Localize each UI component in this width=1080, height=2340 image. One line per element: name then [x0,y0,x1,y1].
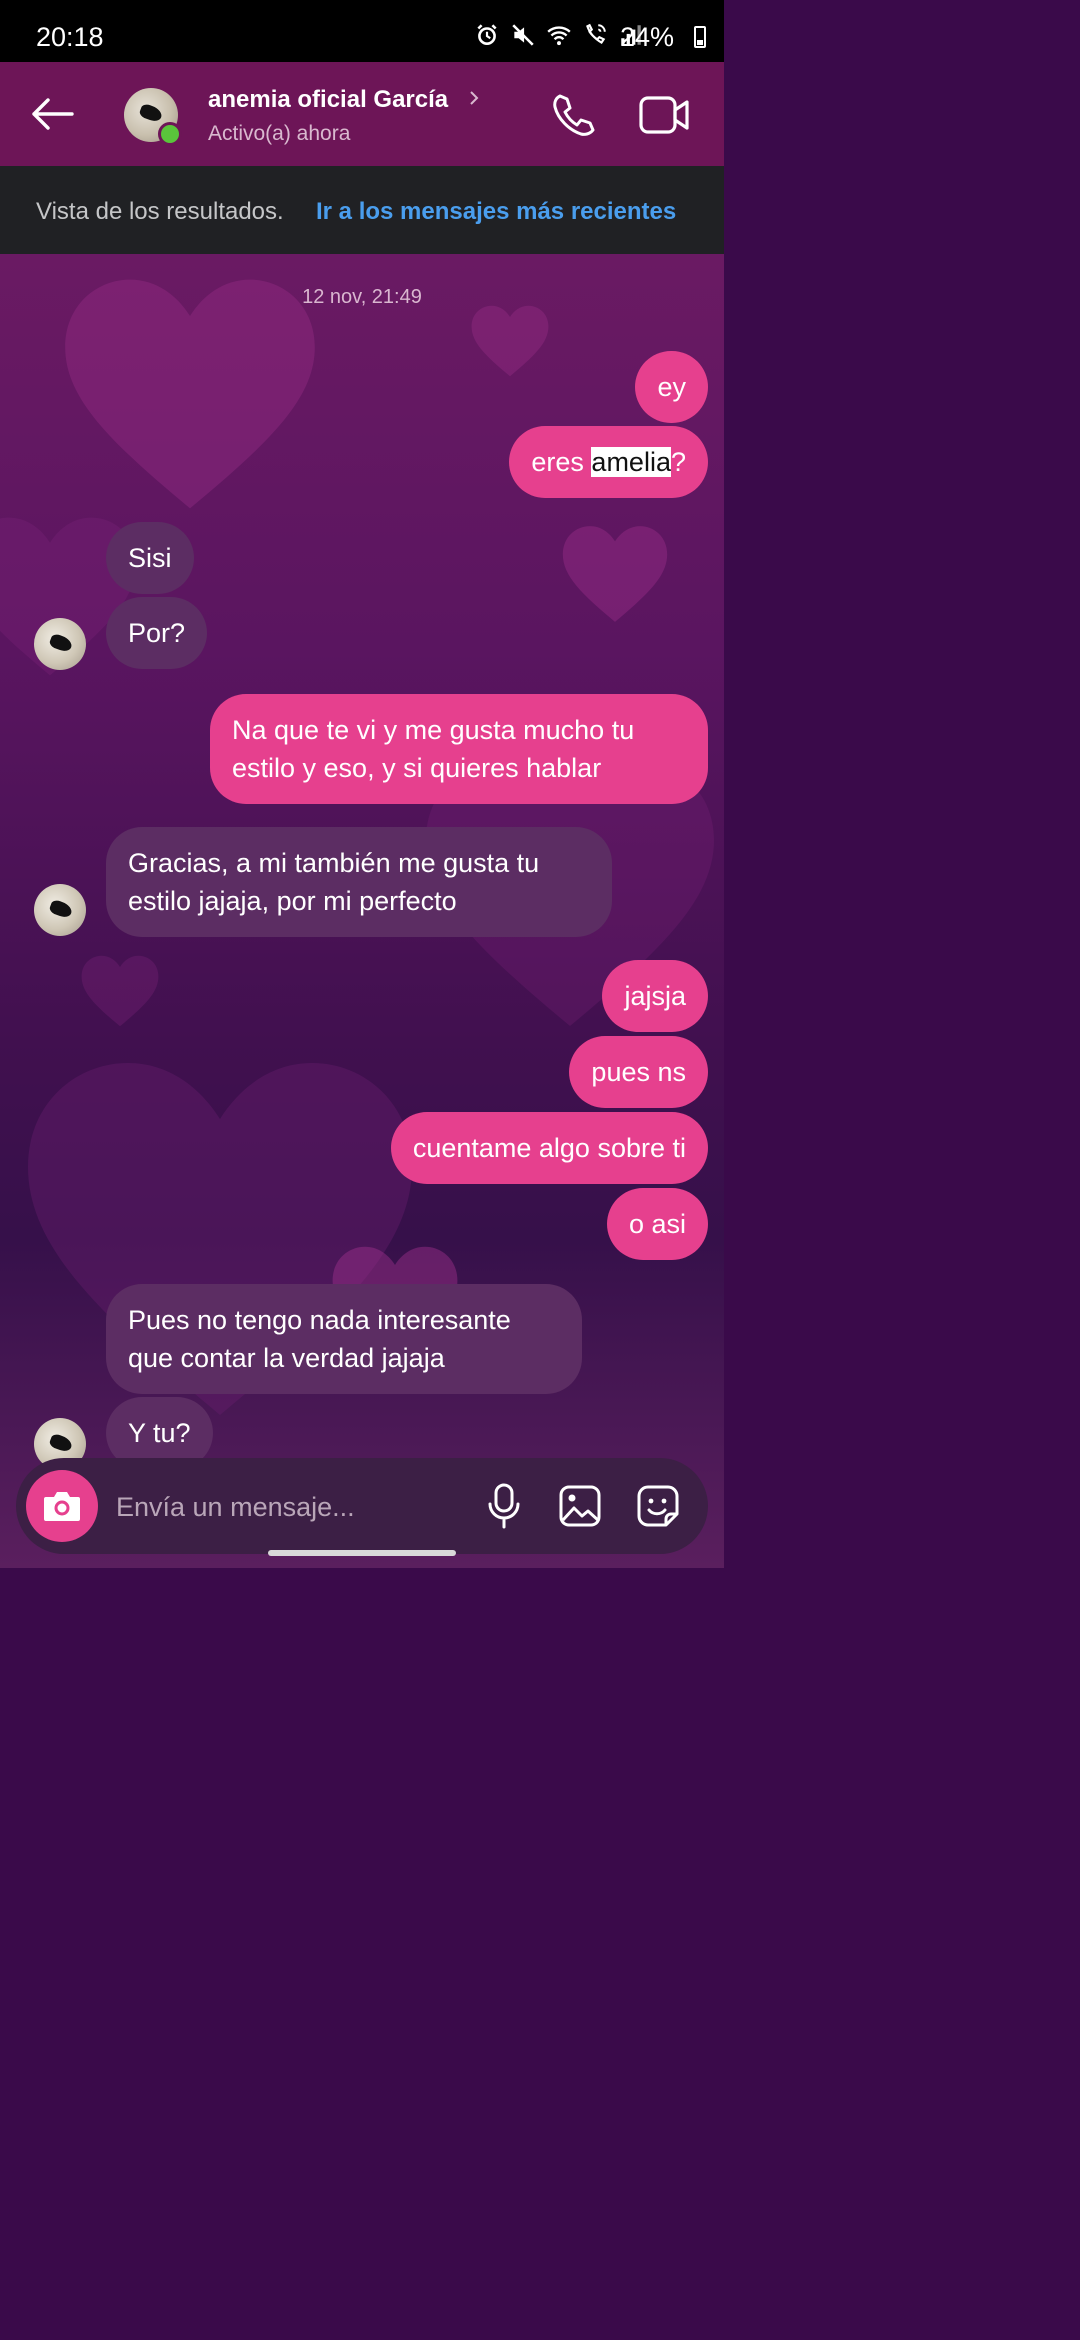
message-text: eres [531,447,592,477]
phone-icon[interactable] [550,92,596,138]
contact-activity-status: Activo(a) ahora [208,122,351,145]
heart-decoration [471,305,549,377]
back-arrow-icon[interactable] [28,92,76,136]
outgoing-message[interactable]: jajsja [602,960,708,1032]
chevron-right-icon[interactable] [466,88,482,108]
wifi-calling-icon [586,23,606,45]
contact-name[interactable]: anemia oficial García [208,86,448,114]
home-indicator[interactable] [268,1550,456,1556]
status-icons [474,22,644,48]
gallery-icon[interactable] [558,1484,602,1528]
outgoing-message[interactable]: Na que te vi y me gusta mucho tu estilo … [210,694,708,804]
wifi-icon [547,26,571,46]
battery-level: 24% [619,22,674,52]
sticker-icon[interactable] [636,1484,680,1528]
jump-to-recent-link[interactable]: Ir a los mensajes más recientes [316,198,676,226]
video-camera-icon[interactable] [638,94,690,136]
chat-header: anemia oficial García Activo(a) ahora [0,62,724,166]
incoming-message[interactable]: Sisi [106,522,194,594]
microphone-icon[interactable] [484,1482,524,1530]
date-separator: 12 nov, 21:49 [302,286,422,308]
outgoing-message[interactable]: ey [635,351,708,423]
incoming-message[interactable]: Pues no tengo nada interesante que conta… [106,1284,582,1394]
outgoing-message[interactable]: o asi [606,1188,708,1260]
battery-icon [694,26,706,48]
outgoing-message[interactable]: cuentame algo sobre ti [390,1112,708,1184]
banner-text: Vista de los resultados. [36,198,284,225]
incoming-message[interactable]: Gracias, a mi también me gusta tu estilo… [106,827,612,937]
status-bar: 20:18 24% [0,0,724,62]
message-composer [16,1458,708,1554]
heart-decoration [562,526,668,622]
contact-avatar[interactable] [124,88,182,146]
heart-decoration [81,955,159,1027]
message-input[interactable] [114,1482,478,1532]
camera-icon [44,1492,80,1521]
incoming-message[interactable]: Por? [106,597,208,669]
sender-avatar[interactable] [34,884,86,936]
mute-icon [512,24,534,46]
message-text: ? [670,447,686,477]
outgoing-message[interactable]: eres amelia? [509,426,708,498]
chat-thread[interactable]: 12 nov, 21:49 ey eres amelia? Sisi Por? … [0,254,724,1568]
sender-avatar[interactable] [34,618,86,670]
online-status-dot [158,122,182,146]
outgoing-message[interactable]: pues ns [569,1036,708,1108]
alarm-icon [477,24,497,45]
search-results-banner: Vista de los resultados. Ir a los mensaj… [0,166,724,254]
camera-button[interactable] [26,1470,98,1542]
status-time: 20:18 [36,22,104,52]
heart-decoration [65,279,315,509]
search-match-highlight: amelia [591,447,671,477]
